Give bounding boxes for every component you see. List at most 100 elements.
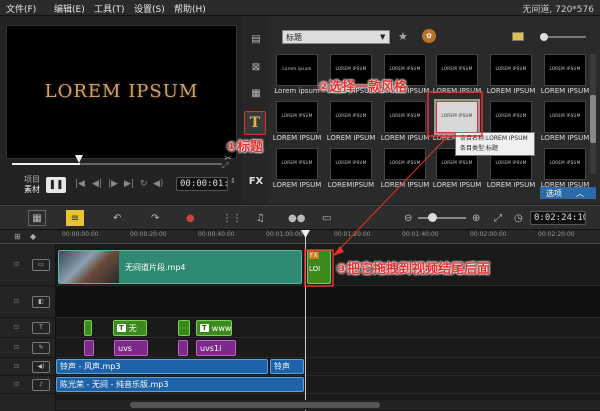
timeline-ruler[interactable]: 00:00:00:00 00:00:20:00 00:00:40:00 00:01:0… — [60, 230, 600, 244]
mode-clip-label[interactable]: 素材 — [24, 184, 40, 195]
menu-help[interactable]: 帮助(H) — [174, 2, 206, 15]
timeline-scroll-thumb[interactable] — [130, 402, 380, 408]
title-style-thumbnail[interactable]: LOREM IPSUM — [490, 101, 532, 133]
prev-frame-icon[interactable]: ◀| — [92, 179, 102, 189]
filter-tab-icon[interactable]: FX — [247, 172, 265, 190]
overlay-track-icon[interactable]: ◧ — [32, 295, 50, 308]
title-style-thumbnail[interactable]: LOREM IPSUM — [330, 148, 372, 180]
title-style-thumbnail[interactable]: LOREM IPSUM — [544, 148, 586, 180]
track-toggle-icon[interactable]: ⊡ — [14, 381, 19, 388]
redo-icon[interactable]: ↷ — [151, 210, 159, 226]
track-manager-icon[interactable]: ⊞ — [14, 232, 21, 241]
playhead[interactable] — [305, 230, 306, 411]
category-select[interactable]: 标题 — [282, 30, 390, 44]
title-style-thumbnail[interactable]: LOREM IPSUM — [384, 101, 426, 133]
motion-track-icon[interactable]: ●● — [288, 210, 305, 226]
media-tab-icon[interactable]: ▤ — [247, 30, 265, 48]
track-toggle-icon[interactable]: ⊡ — [14, 261, 19, 268]
fit-project-icon[interactable]: ⤢ — [494, 210, 502, 226]
voice-track-icon[interactable]: ◀) — [32, 360, 50, 373]
next-frame-icon[interactable]: |▶ — [108, 179, 118, 189]
record-capture-icon[interactable]: ● — [186, 210, 195, 226]
title-style-thumbnail[interactable]: LOREM IPSUM — [384, 148, 426, 180]
zoom-in-icon[interactable]: ⊕ — [472, 210, 480, 226]
menu-bar: 文件(F) 编辑(E) 工具(T) 设置(S) 帮助(H) 无间道, 720*5… — [0, 0, 600, 16]
play-pause-button[interactable]: ❚❚ — [46, 177, 66, 193]
track-toggle-icon[interactable]: ⊡ — [14, 298, 19, 305]
preview-timecode[interactable]: 00:00:01:06 — [176, 177, 228, 191]
thumbnail-label: LOREM IPSUM — [540, 134, 590, 142]
title-clip[interactable] — [84, 320, 92, 336]
go-end-icon[interactable]: ▶| — [124, 179, 134, 189]
title-style-thumbnail[interactable]: LOREM IPSUM — [544, 54, 586, 86]
video-track-icon[interactable]: ▭ — [32, 258, 50, 271]
thumbnail-preview-text: LOREM IPSUM — [389, 66, 421, 71]
voice-clip[interactable]: 铃声 — [270, 359, 304, 374]
title-track-icon[interactable]: T — [32, 321, 50, 334]
undo-icon[interactable]: ↶ — [113, 210, 121, 226]
zoom-slider[interactable] — [418, 217, 466, 219]
title-style-thumbnail[interactable]: LOREM IPSUM — [330, 101, 372, 133]
dropped-title-clip[interactable]: FX LOI — [307, 250, 331, 284]
title-badge-icon: T — [200, 324, 209, 332]
chevron-down-icon[interactable]: ▼ — [380, 33, 388, 41]
timecode-stepper[interactable]: ⇕ — [230, 177, 236, 185]
library-scroll-thumb[interactable] — [590, 95, 596, 143]
track-toggle-icon[interactable]: ⊡ — [14, 344, 19, 351]
zoom-handle[interactable] — [428, 213, 437, 222]
fx-clip[interactable] — [178, 340, 188, 356]
voice-track-header: ⊡ ◀) — [0, 358, 56, 376]
fx-track-icon[interactable]: ✎ — [32, 341, 50, 354]
subtitle-editor-icon[interactable]: ▭ — [322, 210, 331, 226]
fx-clip[interactable]: uvs — [114, 340, 148, 356]
thumbnail-preview-text: LOREM IPSUM — [441, 160, 473, 165]
title-style-thumbnail[interactable]: LOREM IPSUM — [436, 54, 478, 86]
fx-clip[interactable] — [84, 340, 94, 356]
title-clip[interactable] — [178, 320, 190, 336]
title-style-thumbnail[interactable]: LOREM IPSUM — [490, 54, 532, 86]
zoom-out-icon[interactable]: ⊖ — [404, 210, 412, 226]
timeline-view-icon[interactable]: ≡ — [66, 210, 84, 226]
add-star-icon[interactable]: ★ — [398, 30, 408, 43]
title-tab-icon[interactable]: T — [244, 111, 266, 135]
annotation-step2: ②选择一款风格 — [318, 80, 408, 95]
chapter-point-icon[interactable]: ◆ — [30, 232, 36, 241]
graphics-tab-icon[interactable]: ▦ — [247, 84, 265, 102]
menu-tools[interactable]: 工具(T) — [94, 2, 125, 15]
voice-clip[interactable]: 铃声 - 风声.mp3 — [56, 359, 268, 374]
go-start-icon[interactable]: |◀ — [75, 179, 85, 189]
volume-icon[interactable]: ◀) — [153, 179, 163, 189]
title-style-thumbnail[interactable]: LOREM IPSUM — [544, 101, 586, 133]
options-button[interactable]: 选项 ︿ — [540, 187, 596, 199]
fx-clip[interactable]: uvs1i — [196, 340, 236, 356]
content-badge-icon[interactable]: ✿ — [422, 29, 436, 43]
menu-edit[interactable]: 编辑(E) — [54, 2, 85, 15]
thumbnail-preview-text: LOREM IPSUM — [281, 113, 313, 118]
ruler-tick-label: 00:00:40:00 — [198, 231, 235, 238]
music-track-icon[interactable]: ♪ — [32, 378, 50, 391]
music-clip[interactable]: 陈光荣 - 无间 - 纯音乐版.mp3 — [56, 377, 304, 392]
fx-track-header: ⊡ ✎ — [0, 338, 56, 358]
menu-file[interactable]: 文件(F) — [6, 2, 36, 15]
overlay-lane[interactable] — [56, 286, 600, 318]
timeline-timecode[interactable]: 0:02:24:10 — [530, 211, 586, 225]
expand-icon[interactable]: ⤢ — [222, 161, 232, 171]
auto-music-icon[interactable]: ♫ — [256, 210, 265, 226]
title-style-thumbnail[interactable]: LOREM IPSUM — [434, 99, 480, 135]
storyboard-view-icon[interactable]: ▦ — [28, 210, 46, 226]
repeat-icon[interactable]: ↻ — [140, 179, 148, 189]
title-clip[interactable]: T无 — [113, 320, 147, 336]
track-toggle-icon[interactable]: ⊡ — [14, 324, 19, 331]
view-mode-icon[interactable] — [512, 32, 524, 41]
sound-mixer-icon[interactable]: ⋮⋮ — [222, 210, 242, 226]
menu-settings[interactable]: 设置(S) — [134, 2, 165, 15]
title-style-thumbnail[interactable]: LOREM IPSUM — [276, 101, 318, 133]
video-clip[interactable]: 无间道片段.mp4 — [58, 250, 302, 284]
title-clip[interactable]: Twww — [196, 320, 232, 336]
title-style-thumbnail[interactable]: LOREM IPSUM — [276, 148, 318, 180]
track-toggle-icon[interactable]: ⊡ — [14, 363, 19, 370]
thumb-size-handle[interactable] — [540, 33, 548, 41]
title-style-thumbnail[interactable]: Lorem ipsum — [276, 54, 318, 86]
transition-tab-icon[interactable]: ⊠ — [247, 58, 265, 76]
thumbnail-preview-text: LOREM IPSUM — [495, 160, 527, 165]
